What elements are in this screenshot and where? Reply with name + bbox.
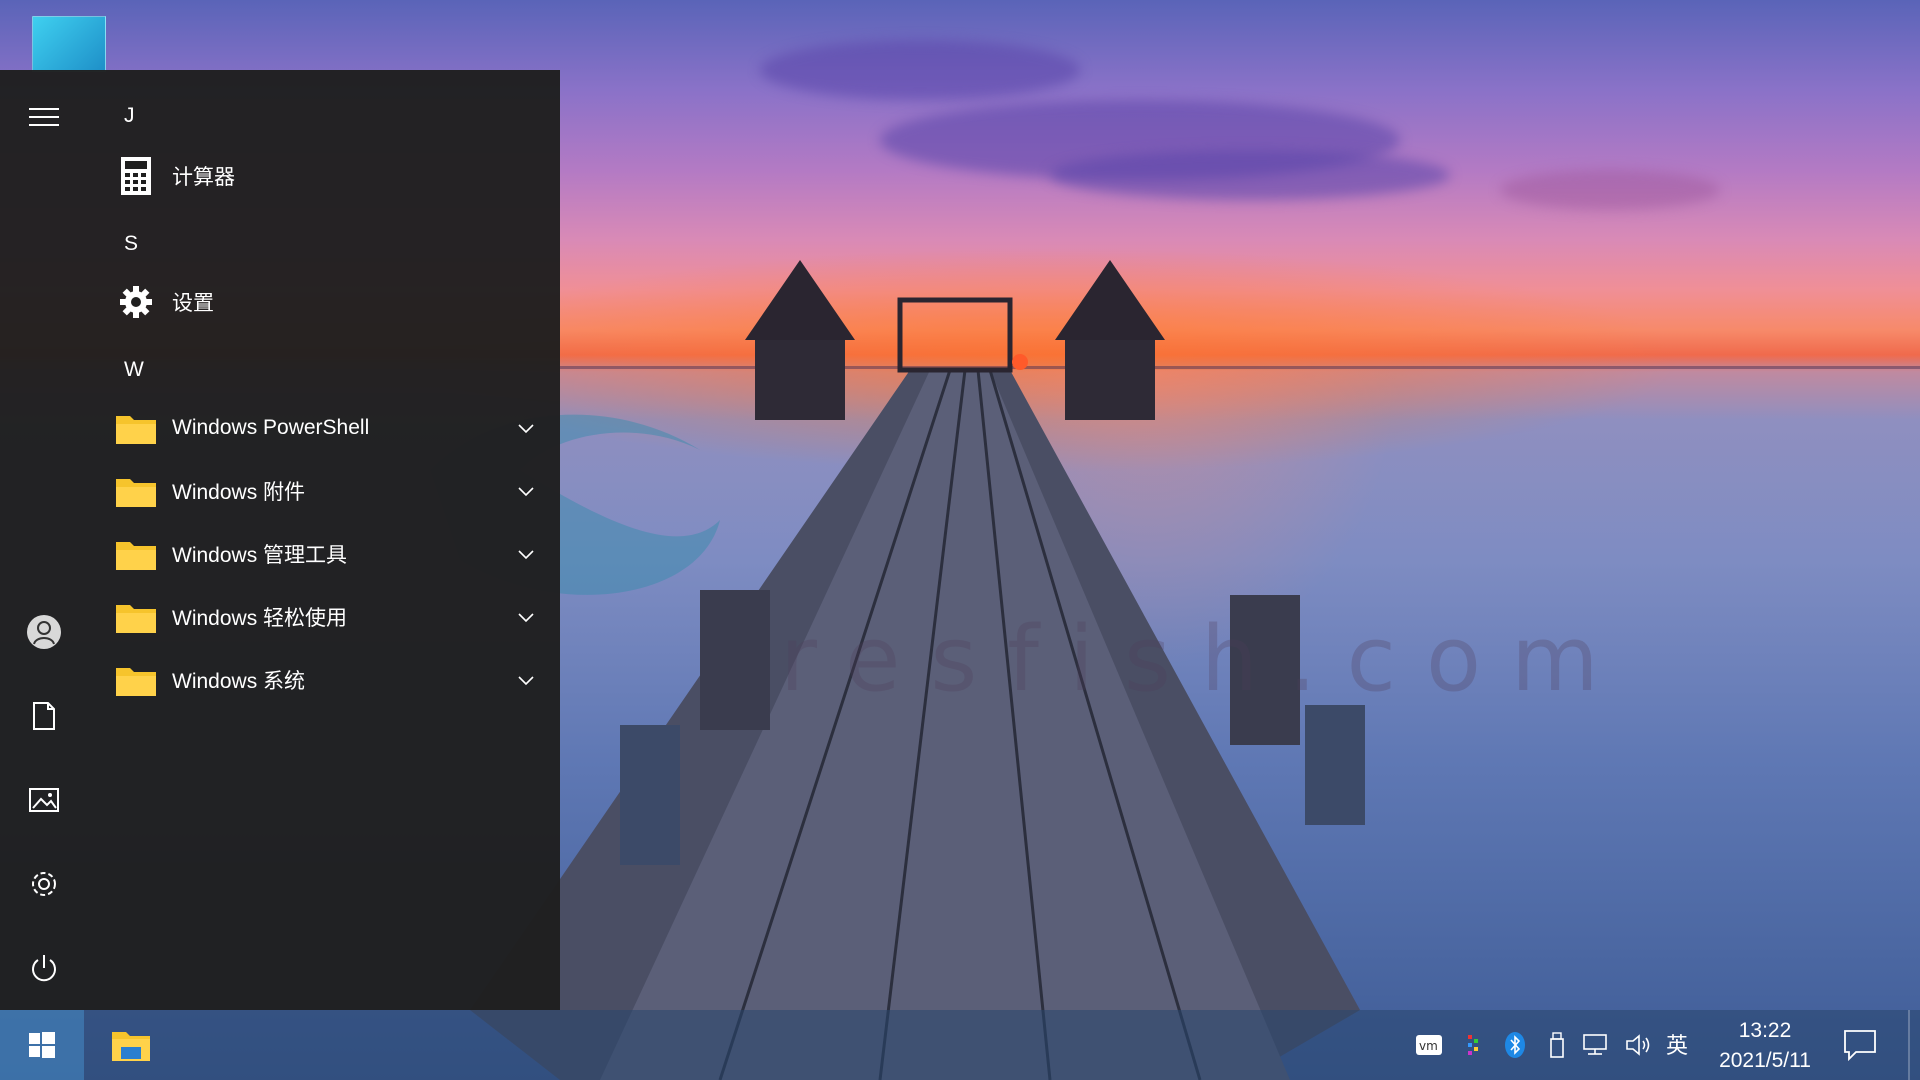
chevron-down-icon[interactable] xyxy=(516,670,536,690)
power-icon[interactable] xyxy=(14,940,74,996)
usb-drive-icon[interactable] xyxy=(1542,1030,1572,1060)
gear-icon xyxy=(116,282,156,322)
section-letter-j[interactable]: J xyxy=(124,104,135,128)
user-account-icon[interactable] xyxy=(14,604,74,660)
volume-icon[interactable] xyxy=(1624,1030,1654,1060)
action-center-icon[interactable] xyxy=(1842,1028,1878,1062)
taskbar-clock[interactable]: 13:22 2021/5/11 xyxy=(1700,1016,1830,1076)
chevron-down-icon[interactable] xyxy=(516,607,536,627)
app-label: 设置 xyxy=(172,292,214,315)
app-item-settings[interactable]: 设置 xyxy=(110,274,550,330)
windows-logo-icon xyxy=(29,1032,55,1058)
svg-text:vm: vm xyxy=(1419,1039,1438,1053)
show-desktop-button[interactable] xyxy=(1908,1010,1910,1080)
desktop-shortcut-icon[interactable] xyxy=(32,16,106,72)
folder-icon xyxy=(116,660,156,700)
app-item-calculator[interactable]: 计算器 xyxy=(110,148,550,204)
app-label: 计算器 xyxy=(172,166,235,189)
folder-icon xyxy=(116,597,156,637)
start-menu-rail xyxy=(0,70,88,1010)
bluetooth-icon[interactable] xyxy=(1500,1030,1530,1060)
section-letter-w[interactable]: W xyxy=(124,358,144,382)
clock-time: 13:22 xyxy=(1738,1019,1792,1042)
chevron-down-icon[interactable] xyxy=(516,481,536,501)
network-icon[interactable] xyxy=(1582,1030,1612,1060)
folder-icon xyxy=(116,471,156,511)
file-explorer-icon xyxy=(112,1032,150,1061)
section-letter-s[interactable]: S xyxy=(124,232,138,256)
app-item-windows-admin-tools[interactable]: Windows 管理工具 xyxy=(110,526,550,582)
taskbar: vm 英 13:22 2021/5/11 xyxy=(0,1010,1920,1080)
hamburger-menu-icon[interactable] xyxy=(14,90,74,146)
chevron-down-icon[interactable] xyxy=(516,418,536,438)
chevron-down-icon[interactable] xyxy=(516,544,536,564)
file-explorer-button[interactable] xyxy=(96,1010,166,1080)
colorful-app-icon[interactable] xyxy=(1458,1030,1488,1060)
folder-icon xyxy=(116,408,156,448)
app-item-windows-system[interactable]: Windows 系统 xyxy=(110,652,550,708)
app-label: Windows 管理工具 xyxy=(172,544,348,567)
input-method-indicator[interactable]: 英 xyxy=(1666,1028,1688,1060)
app-item-windows-accessories[interactable]: Windows 附件 xyxy=(110,463,550,519)
app-label: Windows PowerShell xyxy=(172,416,370,439)
start-menu: J 计算器 S 设置 W Windows PowerShell Windows … xyxy=(0,70,560,1010)
svg-text:resfish.com: resfish.com xyxy=(780,607,1629,712)
vmware-tools-icon[interactable]: vm xyxy=(1414,1030,1444,1060)
app-item-windows-ease-of-access[interactable]: Windows 轻松使用 xyxy=(110,589,550,645)
start-button[interactable] xyxy=(0,1010,84,1080)
app-label: Windows 系统 xyxy=(172,670,306,693)
clock-date: 2021/5/11 xyxy=(1719,1049,1811,1072)
app-list: J 计算器 S 设置 W Windows PowerShell Windows … xyxy=(100,70,560,1010)
settings-icon[interactable] xyxy=(14,856,74,912)
documents-icon[interactable] xyxy=(14,688,74,744)
folder-icon xyxy=(116,534,156,574)
app-item-windows-powershell[interactable]: Windows PowerShell xyxy=(110,400,550,456)
calculator-icon xyxy=(116,156,156,196)
app-label: Windows 附件 xyxy=(172,481,306,504)
app-label: Windows 轻松使用 xyxy=(172,607,348,630)
pictures-icon[interactable] xyxy=(14,772,74,828)
